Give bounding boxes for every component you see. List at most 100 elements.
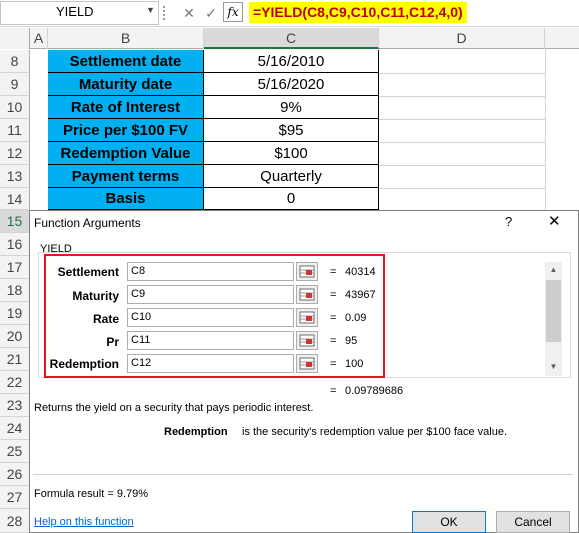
divider <box>33 474 573 475</box>
row-header-27[interactable]: 27 <box>0 486 30 509</box>
column-header-c[interactable]: C <box>204 28 379 49</box>
scroll-thumb[interactable] <box>546 280 561 342</box>
name-box-dropdown-icon[interactable]: ▼ <box>146 5 155 15</box>
range-select-icon <box>299 288 315 301</box>
collapse-dialog-button[interactable] <box>296 331 318 350</box>
select-all-corner[interactable] <box>0 28 30 49</box>
arg-equals: = <box>330 358 337 370</box>
cell-c14[interactable]: 0 <box>204 188 379 210</box>
argument-description: is the security's redemption value per $… <box>242 426 508 438</box>
arg-label-rate: Rate <box>92 312 119 326</box>
row-header-8[interactable]: 8 <box>0 50 30 73</box>
column-header-d[interactable]: D <box>379 28 545 49</box>
row-header-16[interactable]: 16 <box>0 233 30 256</box>
ok-button[interactable]: OK <box>412 511 486 533</box>
arg-label-settlement: Settlement <box>57 265 119 279</box>
help-icon[interactable]: ? <box>505 214 512 229</box>
row-header-12[interactable]: 12 <box>0 142 30 165</box>
cell-c8[interactable]: 5/16/2010 <box>204 50 379 73</box>
pr-input[interactable]: C11 <box>127 331 294 350</box>
cell-b11[interactable]: Price per $100 FV <box>48 119 204 142</box>
gridline <box>545 49 546 210</box>
range-select-icon <box>299 265 315 278</box>
row-header-26[interactable]: 26 <box>0 463 30 486</box>
gridline <box>379 119 545 120</box>
cancel-icon[interactable]: ✕ <box>179 3 199 23</box>
row-header-13[interactable]: 13 <box>0 165 30 188</box>
arg-equals: = <box>330 266 337 278</box>
dialog-title: Function Arguments <box>34 216 141 230</box>
arg-equals: = <box>330 289 337 301</box>
cell-c11[interactable]: $95 <box>204 119 379 142</box>
enter-icon[interactable]: ✓ <box>201 3 221 23</box>
column-header-b[interactable]: B <box>48 28 204 49</box>
row-header-15[interactable]: 15 <box>0 210 30 233</box>
scroll-up-icon[interactable]: ▲ <box>545 265 562 274</box>
collapse-dialog-button[interactable] <box>296 354 318 373</box>
row-header-23[interactable]: 23 <box>0 394 30 417</box>
insert-function-icon[interactable]: fx <box>223 2 243 22</box>
row-header-25[interactable]: 25 <box>0 440 30 463</box>
arg-value-rate: 0.09 <box>345 312 367 324</box>
row-header-9[interactable]: 9 <box>0 73 30 96</box>
cell-b12[interactable]: Redemption Value <box>48 142 204 165</box>
row-header-19[interactable]: 19 <box>0 302 30 325</box>
row-header-20[interactable]: 20 <box>0 325 30 348</box>
row-header-18[interactable]: 18 <box>0 279 30 302</box>
gridline <box>379 142 545 143</box>
redemption-input[interactable]: C12 <box>127 354 294 373</box>
cell-c13[interactable]: Quarterly <box>204 165 379 188</box>
collapse-dialog-button[interactable] <box>296 262 318 281</box>
result-value: 0.09789686 <box>345 385 404 397</box>
arg-label-maturity: Maturity <box>72 289 119 303</box>
cell-c10[interactable]: 9% <box>204 96 379 119</box>
collapse-dialog-button[interactable] <box>296 308 318 327</box>
row-header-22[interactable]: 22 <box>0 371 30 394</box>
argument-name: Redemption <box>164 426 228 438</box>
scroll-down-icon[interactable]: ▼ <box>545 362 562 371</box>
formula-bar-grip <box>163 6 165 20</box>
cell-c9[interactable]: 5/16/2020 <box>204 73 379 96</box>
row-header-10[interactable]: 10 <box>0 96 30 119</box>
arg-value-pr: 95 <box>345 335 358 347</box>
close-icon[interactable]: ✕ <box>548 212 561 230</box>
cell-c12[interactable]: $100 <box>204 142 379 165</box>
arg-equals: = <box>330 335 337 347</box>
cell-b9[interactable]: Maturity date <box>48 73 204 96</box>
gridline <box>379 96 545 97</box>
gridline <box>379 73 545 74</box>
cell-b8[interactable]: Settlement date <box>48 50 204 73</box>
gridline <box>379 165 545 166</box>
range-select-icon <box>299 311 315 324</box>
collapse-dialog-button[interactable] <box>296 285 318 304</box>
arg-value-redemption: 100 <box>345 358 364 370</box>
row-header-17[interactable]: 17 <box>0 256 30 279</box>
cell-b14[interactable]: Basis <box>48 188 204 210</box>
help-link[interactable]: Help on this function <box>34 516 134 528</box>
formula-result: Formula result = 9.79% <box>34 488 149 500</box>
range-select-icon <box>299 357 315 370</box>
cell-b13[interactable]: Payment terms <box>48 165 204 188</box>
arg-label-pr: Pr <box>106 335 119 349</box>
arg-value-settlement: 40314 <box>345 266 376 278</box>
row-header-14[interactable]: 14 <box>0 188 30 210</box>
row-header-28[interactable]: 28 <box>0 509 30 533</box>
row-header-24[interactable]: 24 <box>0 417 30 440</box>
function-description: Returns the yield on a security that pay… <box>34 402 314 414</box>
range-select-icon <box>299 334 315 347</box>
gridline <box>379 188 545 189</box>
settlement-input[interactable]: C8 <box>127 262 294 281</box>
cancel-button[interactable]: Cancel <box>496 511 570 533</box>
arg-value-maturity: 43967 <box>345 289 376 301</box>
arg-equals: = <box>330 312 337 324</box>
maturity-input[interactable]: C9 <box>127 285 294 304</box>
result-equals: = <box>330 385 337 397</box>
column-header-a[interactable]: A <box>30 28 48 49</box>
row-header-11[interactable]: 11 <box>0 119 30 142</box>
row-header-21[interactable]: 21 <box>0 348 30 371</box>
rate-input[interactable]: C10 <box>127 308 294 327</box>
formula-input[interactable]: =YIELD(C8,C9,C10,C11,C12,4,0) <box>249 2 467 23</box>
arg-label-redemption: Redemption <box>49 357 119 371</box>
name-box-value: YIELD <box>56 4 94 19</box>
cell-b10[interactable]: Rate of Interest <box>48 96 204 119</box>
